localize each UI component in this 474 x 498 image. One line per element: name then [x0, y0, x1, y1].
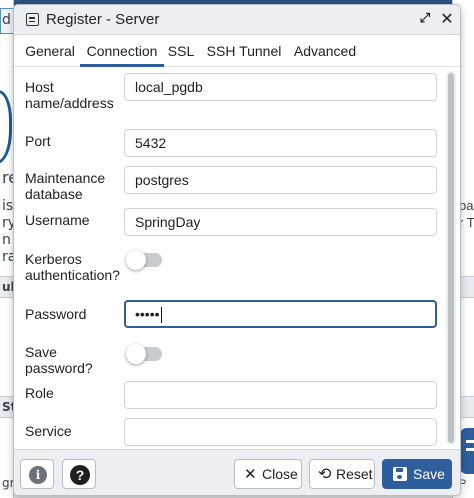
- background-text: n: [2, 232, 11, 248]
- form-scrollbar-thumb[interactable]: [448, 73, 454, 443]
- dialog-tabs: General Connection SSL SSH Tunnel Advanc…: [14, 35, 460, 67]
- kerberos-label: Kerberos authentication?: [25, 251, 120, 283]
- host-label: Host name/address: [25, 79, 114, 111]
- tab-general[interactable]: General: [20, 35, 80, 67]
- reset-icon: ⟲: [318, 464, 332, 483]
- help-icon: ?: [70, 465, 90, 485]
- port-input[interactable]: 5432: [124, 129, 437, 157]
- password-label: Password: [25, 306, 87, 322]
- maximize-icon[interactable]: ⤢: [416, 10, 434, 28]
- info-icon: i: [29, 466, 47, 484]
- close-button[interactable]: ✕ Close: [234, 459, 302, 489]
- tab-ssh-tunnel[interactable]: SSH Tunnel: [204, 35, 284, 67]
- close-icon[interactable]: ✕: [438, 10, 456, 28]
- password-input[interactable]: •••••: [124, 300, 437, 328]
- save-button[interactable]: Save: [382, 459, 452, 489]
- background-text: is: [2, 198, 14, 214]
- maintenance-db-input[interactable]: postgres: [124, 166, 437, 194]
- help-button[interactable]: ?: [62, 459, 96, 489]
- save-password-label: Save password?: [25, 344, 93, 376]
- tab-connection[interactable]: Connection: [80, 35, 164, 67]
- username-input[interactable]: SpringDay: [124, 208, 437, 236]
- text-caret: [160, 307, 162, 324]
- background-action-button[interactable]: [459, 428, 474, 474]
- dialog-titlebar[interactable]: Register - Server ⤢ ✕: [14, 5, 460, 35]
- tab-ssl[interactable]: SSL: [164, 35, 198, 67]
- info-button[interactable]: i: [20, 459, 54, 489]
- role-label: Role: [25, 385, 54, 401]
- tab-advanced[interactable]: Advanced: [290, 35, 360, 67]
- server-form-icon: [26, 13, 39, 26]
- dialog-footer: i ? ✕ Close ⟲ Reset Save: [14, 449, 460, 495]
- reset-button[interactable]: ⟲ Reset: [309, 459, 375, 489]
- maintenance-db-label: Maintenance database: [25, 170, 106, 202]
- kerberos-toggle[interactable]: [126, 250, 162, 270]
- reset-button-label: Reset: [336, 466, 373, 482]
- toggle-knob: [126, 250, 146, 270]
- background-text: d: [2, 12, 11, 28]
- save-button-label: Save: [413, 466, 445, 482]
- save-password-toggle[interactable]: [126, 344, 162, 364]
- background-text: ba: [459, 198, 474, 213]
- dialog-title: Register - Server: [46, 11, 160, 28]
- host-input[interactable]: local_pgdb: [124, 73, 437, 101]
- background-text: r T: [459, 215, 474, 230]
- background-left-panel: d re is ry n ra uk Sta gre: [0, 0, 14, 498]
- password-mask: •••••: [135, 306, 160, 322]
- username-label: Username: [25, 212, 90, 228]
- port-label: Port: [25, 133, 51, 149]
- toggle-knob: [126, 344, 146, 364]
- save-icon: [393, 467, 407, 481]
- role-input[interactable]: [124, 381, 437, 409]
- close-button-label: Close: [262, 466, 298, 482]
- service-input[interactable]: [124, 418, 437, 446]
- postgres-elephant-icon: [0, 90, 12, 164]
- service-label: Service: [25, 423, 72, 439]
- close-x-icon: ✕: [244, 465, 257, 483]
- register-server-dialog: Register - Server ⤢ ✕ General Connection…: [13, 4, 461, 496]
- connection-form: Host name/address local_pgdb Port 5432 M…: [14, 67, 460, 449]
